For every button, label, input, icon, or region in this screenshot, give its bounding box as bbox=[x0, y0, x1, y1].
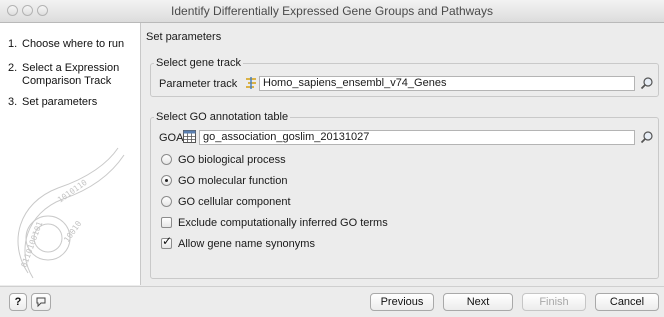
checkbox[interactable] bbox=[161, 235, 172, 249]
step-set-parameters[interactable]: 3. Set parameters bbox=[8, 96, 97, 109]
step-number: 3. bbox=[8, 96, 18, 108]
radio-label: GO biological process bbox=[178, 154, 286, 166]
checkbox[interactable] bbox=[161, 217, 172, 228]
binary-spiral-emblem-icon: 1010110 0110100101 10010 bbox=[17, 147, 125, 279]
cancel-button[interactable]: Cancel bbox=[595, 293, 659, 311]
svg-text:10010: 10010 bbox=[62, 219, 83, 244]
window-title: Identify Differentially Expressed Gene G… bbox=[171, 4, 493, 18]
dialog-window: Identify Differentially Expressed Gene G… bbox=[0, 0, 664, 317]
previous-button[interactable]: Previous bbox=[370, 293, 434, 311]
table-icon bbox=[183, 130, 196, 143]
gene-track-group: Select gene track Parameter track Homo_s… bbox=[150, 57, 659, 97]
allow-gene-synonyms-checkbox[interactable]: Allow gene name synonyms bbox=[161, 235, 315, 251]
step-number: 1. bbox=[8, 38, 18, 50]
goa-label: GOA bbox=[159, 132, 184, 144]
radio-label: GO molecular function bbox=[178, 175, 288, 187]
radio-button[interactable] bbox=[161, 154, 172, 165]
go-biological-process-radio[interactable]: GO biological process bbox=[161, 154, 286, 167]
chat-icon bbox=[36, 297, 46, 308]
step-label: Choose where to run bbox=[22, 38, 125, 50]
parameter-track-label: Parameter track bbox=[159, 78, 238, 90]
button-bar: ? Previous Next Finish Cancel bbox=[0, 286, 664, 317]
title-bar: Identify Differentially Expressed Gene G… bbox=[0, 0, 664, 23]
next-button[interactable]: Next bbox=[443, 293, 513, 311]
radio-label: GO cellular component bbox=[178, 196, 291, 208]
chat-button[interactable] bbox=[31, 293, 51, 311]
step-choose-where-to-run[interactable]: 1. Choose where to run bbox=[8, 38, 124, 51]
help-button[interactable]: ? bbox=[9, 293, 27, 311]
step-label: Select a Expression bbox=[22, 62, 120, 74]
go-annotation-legend: Select GO annotation table bbox=[156, 111, 289, 123]
checkbox-label: Allow gene name synonyms bbox=[178, 238, 315, 250]
wizard-steps-panel: 1. Choose where to run 2. Select a Express… bbox=[0, 23, 141, 285]
go-annotation-group: Select GO annotation table GOA go_associ… bbox=[150, 111, 659, 279]
go-cellular-component-radio[interactable]: GO cellular component bbox=[161, 196, 291, 209]
parameter-track-field[interactable]: Homo_sapiens_ensembl_v74_Genes bbox=[259, 76, 635, 91]
radio-button[interactable] bbox=[161, 196, 172, 207]
checkbox-label: Exclude computationally inferred GO term… bbox=[178, 217, 388, 229]
exclude-inferred-terms-checkbox[interactable]: Exclude computationally inferred GO term… bbox=[161, 217, 388, 230]
step-select-expression-track[interactable]: 2. Select a Expression Comparison Track bbox=[8, 62, 119, 88]
goa-table-field[interactable]: go_association_goslim_20131027 bbox=[199, 130, 635, 145]
step-label-continued: Comparison Track bbox=[22, 75, 112, 87]
radio-button[interactable] bbox=[161, 175, 172, 186]
main-content: Set parameters Select gene track Paramet… bbox=[141, 23, 664, 285]
svg-text:1010110: 1010110 bbox=[56, 178, 89, 205]
step-label: Set parameters bbox=[22, 96, 98, 108]
browse-icon[interactable] bbox=[640, 76, 654, 90]
step-number: 2. bbox=[8, 62, 18, 74]
svg-text:0110100101: 0110100101 bbox=[19, 220, 44, 269]
gene-track-icon bbox=[246, 77, 256, 89]
gene-track-legend: Select gene track bbox=[156, 57, 241, 69]
go-molecular-function-radio[interactable]: GO molecular function bbox=[161, 175, 287, 188]
finish-button[interactable]: Finish bbox=[522, 293, 586, 311]
browse-icon[interactable] bbox=[640, 130, 654, 144]
page-heading: Set parameters bbox=[146, 31, 222, 43]
